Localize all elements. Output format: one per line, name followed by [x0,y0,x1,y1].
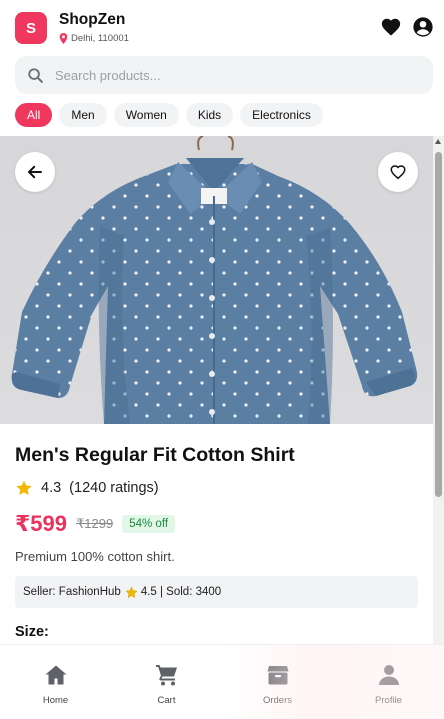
location-pin-icon [59,33,68,44]
nav-home-label: Home [42,695,69,706]
category-chip-men[interactable]: Men [59,103,107,127]
search-icon [28,67,43,83]
nav-cart-label: Cart [157,695,176,706]
product-detail-content: Men's Regular Fit Cotton Shirt 4.3 (1240… [0,136,433,644]
category-chip-electronics[interactable]: Electronics [240,103,323,127]
location-text: Delhi, 110001 [71,33,129,44]
brand-name: ShopZen [59,11,126,28]
product-title: Men's Regular Fit Cotton Shirt [15,444,295,466]
app-logo[interactable]: S [15,12,47,44]
rating-value: 4.3 [41,480,62,496]
search-bar[interactable] [15,56,433,94]
scroll-up-arrow[interactable] [435,139,441,144]
nav-orders-label: Orders [262,695,293,706]
selling-price: ₹599 [15,511,68,536]
seller-info[interactable]: Seller: FashionHub 4.5 | Sold: 3400 [15,576,418,608]
back-button[interactable] [15,152,55,192]
shirt-image [0,136,433,424]
scrollbar[interactable] [433,136,444,644]
category-chips: All Men Women Kids Electronics [15,103,323,127]
scrollbar-thumb[interactable] [435,152,442,497]
category-chip-all[interactable]: All [15,103,53,127]
size-label: Size: [15,624,49,640]
nav-cart[interactable]: Cart [111,645,222,719]
price-row: ₹599 ₹1299 54% off [15,511,418,537]
top-header: S ShopZen Delhi, 110001 Search products.… [0,0,444,136]
star-icon [16,480,32,496]
delivery-location[interactable]: Delhi, 110001 [59,33,129,44]
rating-count: (1240 ratings) [69,480,159,496]
cart-icon [155,665,177,686]
home-icon [45,665,66,685]
product-info: Men's Regular Fit Cotton Shirt 4.3 (1240… [0,444,433,640]
seller-star-icon [125,586,138,598]
heart-outline-icon [390,165,406,180]
account-button[interactable] [412,16,434,38]
app-root: S ShopZen Delhi, 110001 Search products.… [0,0,444,719]
nav-home[interactable]: Home [0,645,111,719]
heart-icon [381,18,401,36]
nav-profile[interactable]: Profile [333,645,444,719]
product-image [0,136,433,424]
nav-orders[interactable]: Orders [222,645,333,719]
favorite-button[interactable] [378,152,418,192]
product-rating[interactable]: 4.3 (1240 ratings) [15,479,418,497]
seller-stats: 4.5 | Sold: 3400 [140,586,222,598]
product-description: Premium 100% cotton shirt. [15,549,175,564]
seller-name: Seller: FashionHub [23,586,121,598]
orders-icon [267,666,288,685]
category-chip-women[interactable]: Women [113,103,179,127]
category-chip-kids[interactable]: Kids [185,103,234,127]
nav-profile-label: Profile [375,695,402,706]
profile-icon [378,665,399,685]
bottom-navigation: Home Cart Orders Profile [0,644,444,719]
original-price: ₹1299 [76,516,114,531]
search-input[interactable] [55,67,395,83]
arrow-left-icon [28,165,42,179]
discount-badge: 54% off [122,515,176,533]
wishlist-button[interactable] [380,16,402,38]
account-icon [413,17,433,37]
